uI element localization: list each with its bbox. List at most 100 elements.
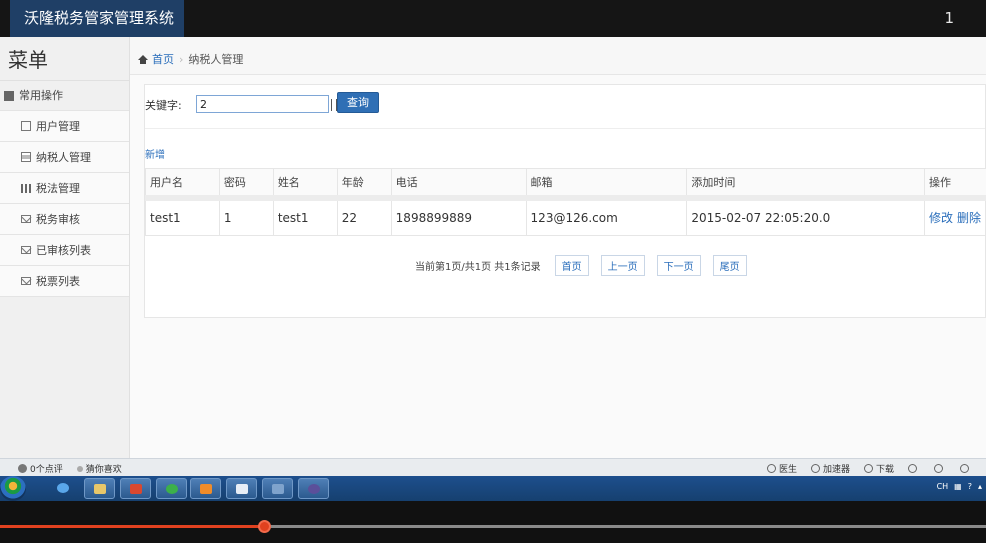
divider — [145, 128, 985, 129]
first-page-button[interactable]: 首页 — [554, 255, 589, 276]
comment-icon — [18, 464, 27, 473]
doctor-icon — [766, 464, 776, 473]
app-title: 沃隆税务管家管理系统 — [10, 0, 184, 37]
envelope-icon — [21, 215, 31, 223]
minus-square-icon — [4, 90, 14, 101]
column-header-age: 年龄 — [336, 168, 392, 201]
home-icon — [138, 55, 148, 64]
cell-email: 123@126.com — [525, 197, 688, 236]
system-tray: CH ▦ ? ▴ — [931, 482, 982, 491]
table-row: test1 1 test1 22 1898899889 123@126.com … — [145, 197, 986, 236]
breadcrumb-separator: › — [179, 53, 184, 66]
taxpayer-table: 用户名 密码 姓名 年龄 电话 邮箱 添加时间 操作 test1 1 test1… — [145, 168, 986, 236]
column-header-username: 用户名 — [145, 168, 220, 201]
pagination: 当前第1页/共1页 共1条记录 首页 上一页 下一页 尾页 — [415, 255, 759, 276]
search-label: 关键字: — [145, 99, 182, 112]
list-icon — [21, 152, 31, 162]
help-icon[interactable]: ? — [968, 482, 972, 491]
window-icon[interactable] — [934, 464, 946, 473]
taskbar-ie-icon[interactable] — [48, 478, 79, 499]
rocket-icon — [810, 464, 820, 473]
cell-phone: 1898899889 — [390, 197, 527, 236]
taskbar-notepad-icon[interactable] — [226, 478, 257, 499]
column-header-password: 密码 — [218, 168, 274, 201]
keyword-input[interactable] — [196, 95, 329, 113]
top-bar: 沃隆税务管家管理系统 1 — [0, 0, 986, 37]
column-header-phone: 电话 — [390, 168, 527, 201]
sidebar-item-label: 税务审核 — [36, 212, 80, 226]
taskbar-eclipse-icon[interactable] — [298, 478, 329, 499]
windows-taskbar: CH ▦ ? ▴ — [0, 476, 986, 501]
sidebar-group-common[interactable]: 常用操作 — [0, 81, 129, 111]
sidebar-item-tax-invoice-list[interactable]: 税票列表 — [0, 266, 129, 297]
column-header-email: 邮箱 — [525, 168, 688, 201]
main-content: 首页 › 纳税人管理 关键字: 查询 新增 用户名 密码 姓名 年龄 电话 — [130, 37, 986, 458]
cell-username: test1 — [145, 197, 220, 236]
download-icon — [863, 464, 873, 473]
top-right-number[interactable]: 1 — [944, 0, 954, 36]
pagination-info: 当前第1页/共1页 共1条记录 — [415, 262, 541, 273]
taskbar-app-icon[interactable] — [190, 478, 221, 499]
download-button[interactable]: 下载 — [863, 462, 894, 475]
search-button[interactable]: 查询 — [337, 92, 379, 113]
dot-icon — [76, 465, 83, 472]
comments-count[interactable]: 0个点评 — [18, 462, 63, 475]
taskbar-tool-icon[interactable] — [262, 478, 293, 499]
sidebar-item-tax-law-management[interactable]: 税法管理 — [0, 173, 129, 204]
envelope-icon — [21, 277, 31, 285]
sidebar-item-label: 纳税人管理 — [36, 150, 91, 164]
start-button-icon[interactable] — [0, 476, 26, 501]
video-player-bar — [0, 501, 986, 543]
column-header-added-time: 添加时间 — [686, 168, 926, 201]
taskbar-browser-icon[interactable] — [156, 478, 187, 499]
sidebar-item-label: 用户管理 — [36, 119, 80, 133]
speaker-icon[interactable] — [960, 464, 972, 473]
add-new-link[interactable]: 新增 — [145, 146, 165, 161]
breadcrumb-current: 纳税人管理 — [188, 53, 244, 66]
sidebar-item-user-management[interactable]: 用户管理 — [0, 111, 129, 142]
taskbar-explorer-icon[interactable] — [84, 478, 115, 499]
search-row: 关键字: 查询 — [145, 85, 985, 129]
cell-actions: 修改 删除 — [924, 197, 986, 236]
sidebar-title: 菜单 — [0, 37, 129, 81]
sidebar-item-label: 税法管理 — [36, 181, 80, 195]
column-header-actions: 操作 — [924, 168, 986, 201]
breadcrumb: 首页 › 纳税人管理 — [130, 37, 986, 75]
delete-link[interactable]: 删除 — [957, 211, 981, 225]
sidebar-item-tax-audit[interactable]: 税务审核 — [0, 204, 129, 235]
sidebar-item-taxpayer-management[interactable]: 纳税人管理 — [0, 142, 129, 173]
last-page-button[interactable]: 尾页 — [712, 255, 747, 276]
input-method-indicator[interactable]: CH — [937, 482, 949, 491]
cell-added-time: 2015-02-07 22:05:20.0 — [686, 197, 926, 236]
doctor-button[interactable]: 医生 — [766, 462, 797, 475]
envelope-icon — [21, 246, 31, 254]
tray-expand-icon[interactable]: ▴ — [978, 482, 982, 491]
taskbar-app-icon[interactable] — [120, 478, 151, 499]
sidebar-group-label: 常用操作 — [19, 88, 63, 102]
bar-chart-icon — [21, 183, 31, 193]
sidebar-item-label: 税票列表 — [36, 274, 80, 288]
recommendations-link[interactable]: 猜你喜欢 — [76, 462, 122, 475]
edit-link[interactable]: 修改 — [929, 211, 953, 225]
status-left: 0个点评 猜你喜欢 — [18, 462, 136, 475]
sidebar-item-label: 已审核列表 — [36, 243, 91, 257]
keyboard-icon[interactable]: ▦ — [954, 482, 962, 491]
browser-status-bar: 0个点评 猜你喜欢 医生 加速器 下载 — [0, 458, 986, 476]
file-icon — [21, 121, 31, 131]
column-header-name: 姓名 — [272, 168, 338, 201]
cell-password: 1 — [218, 197, 274, 236]
cell-name: test1 — [272, 197, 338, 236]
status-right: 医生 加速器 下载 — [766, 462, 986, 475]
sidebar-item-audited-list[interactable]: 已审核列表 — [0, 235, 129, 266]
table-header-row: 用户名 密码 姓名 年龄 电话 邮箱 添加时间 操作 — [145, 168, 986, 201]
cell-age: 22 — [336, 197, 392, 236]
progress-handle[interactable] — [258, 520, 271, 533]
content-panel: 关键字: 查询 新增 用户名 密码 姓名 年龄 电话 邮箱 添加时间 — [144, 84, 986, 318]
progress-fill — [0, 525, 264, 528]
accelerator-button[interactable]: 加速器 — [810, 462, 850, 475]
prev-page-button[interactable]: 上一页 — [600, 255, 645, 276]
sidebar: 菜单 常用操作 用户管理 纳税人管理 税法管理 税务审核 已审核列表 税票列表 — [0, 37, 130, 458]
next-page-button[interactable]: 下一页 — [656, 255, 701, 276]
ie-icon[interactable] — [908, 464, 920, 473]
breadcrumb-home-link[interactable]: 首页 — [152, 53, 174, 66]
